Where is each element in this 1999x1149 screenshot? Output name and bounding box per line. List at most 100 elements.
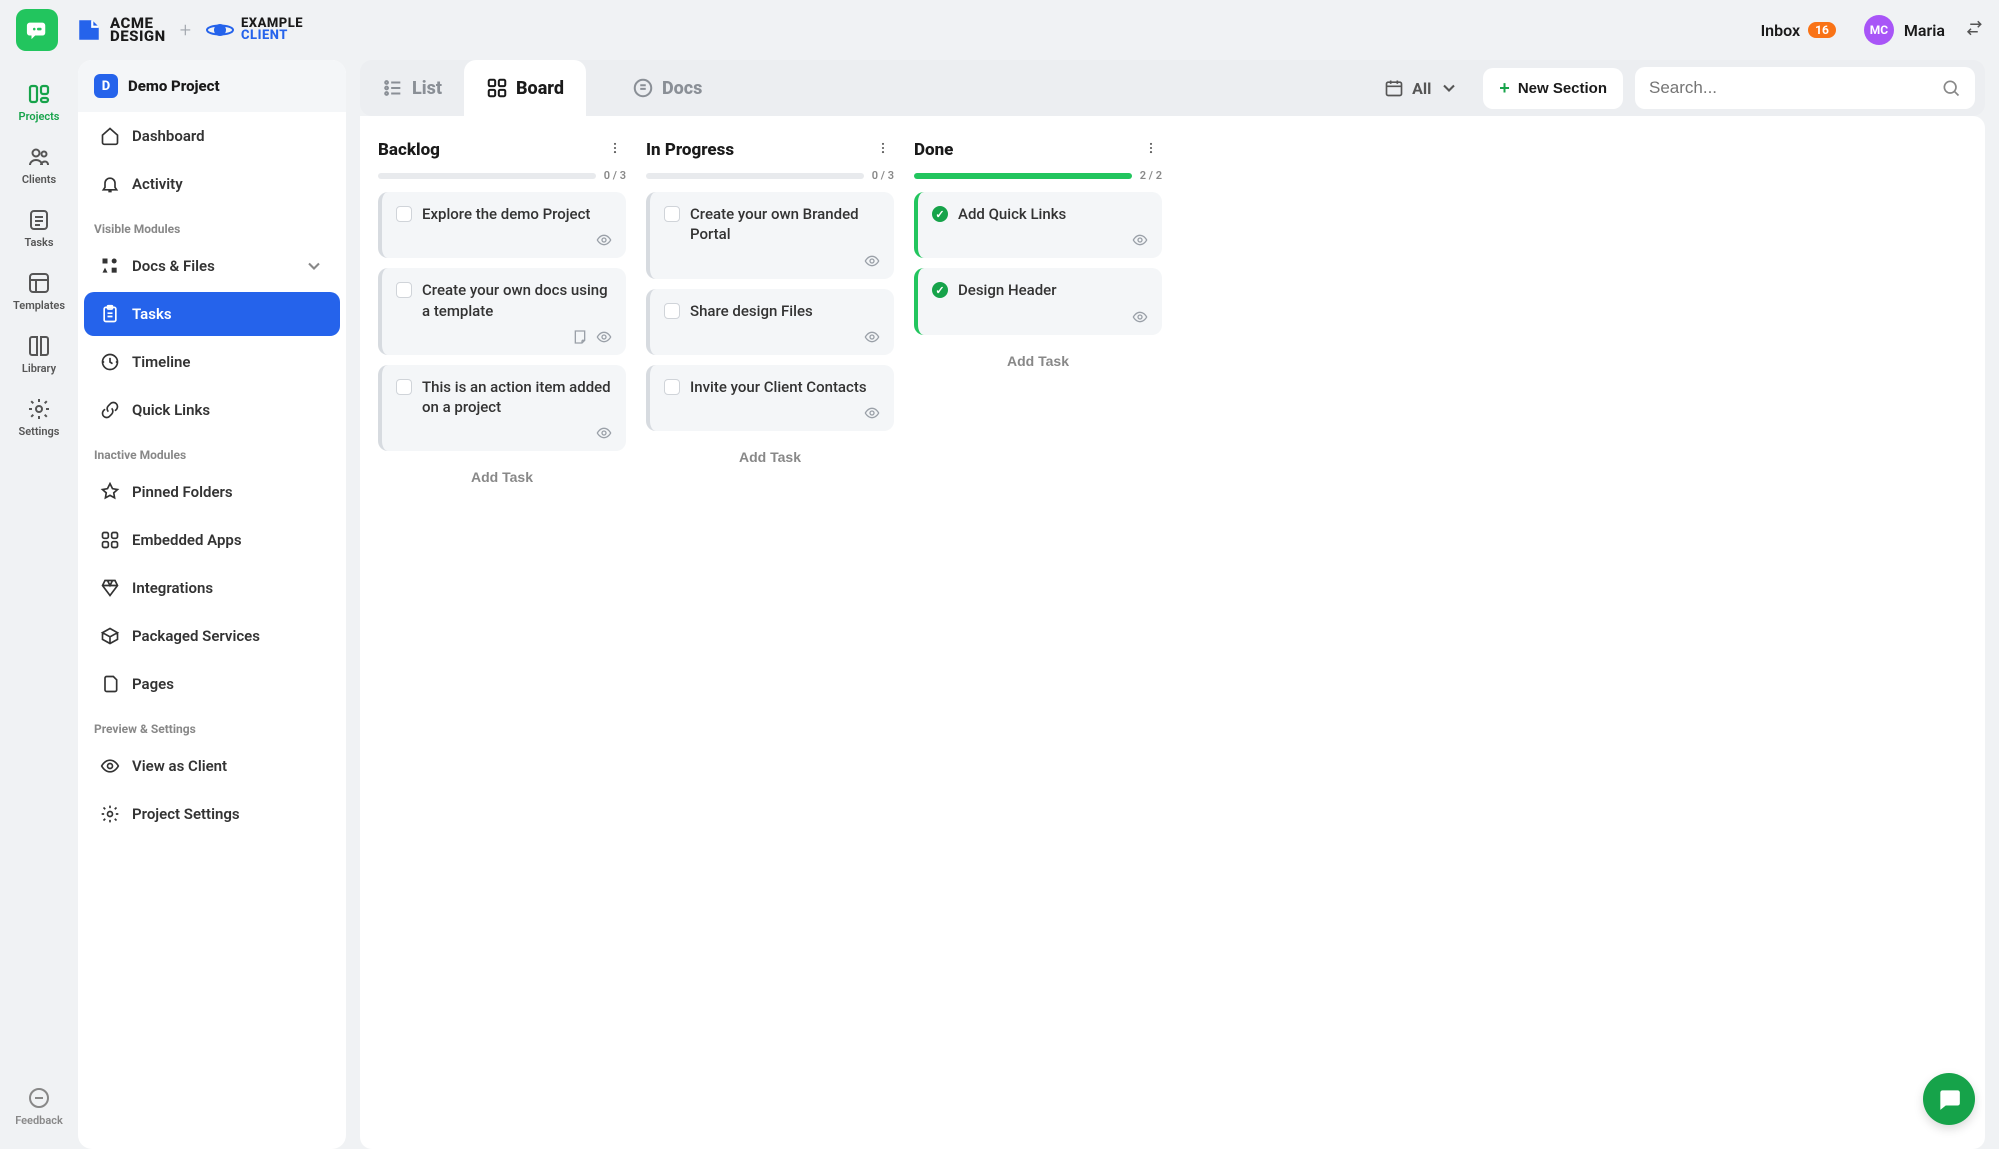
task-checkbox[interactable] <box>396 282 412 298</box>
app-logo[interactable] <box>16 9 58 51</box>
dots-vertical-icon <box>1144 141 1158 155</box>
tab-board[interactable]: Board <box>464 60 586 116</box>
sidebar-timeline[interactable]: Timeline <box>84 340 340 384</box>
eye-icon <box>596 425 612 441</box>
sidebar-view-as-client[interactable]: View as Client <box>84 744 340 788</box>
rail-projects[interactable]: Projects <box>9 78 69 127</box>
inbox-label: Inbox <box>1761 21 1801 40</box>
rail-settings[interactable]: Settings <box>9 393 69 442</box>
task-checkbox[interactable] <box>396 206 412 222</box>
rail-library[interactable]: Library <box>9 330 69 379</box>
task-checkbox[interactable] <box>664 206 680 222</box>
eye-icon <box>864 405 880 421</box>
eye-icon <box>864 329 880 345</box>
project-title: Demo Project <box>128 77 220 95</box>
chat-icon <box>1936 1086 1962 1112</box>
brand-acme[interactable]: ACMEDESIGN <box>76 17 166 44</box>
task-title: Explore the demo Project <box>422 204 590 224</box>
clipboard-icon <box>100 304 120 324</box>
tab-docs[interactable]: Docs <box>610 60 724 116</box>
planet-icon <box>205 19 235 41</box>
brand-client-line2: CLIENT <box>241 30 303 42</box>
rail-library-label: Library <box>22 362 56 375</box>
sidebar-timeline-label: Timeline <box>132 353 190 371</box>
sidebar: D Demo Project Dashboard Activity Visibl… <box>78 60 346 1149</box>
task-checkbox[interactable] <box>664 303 680 319</box>
task-card[interactable]: Create your own Branded Portal <box>646 192 894 279</box>
column-menu[interactable] <box>872 136 894 163</box>
rail-templates-label: Templates <box>13 299 65 312</box>
filter-all[interactable]: All <box>1372 78 1471 98</box>
project-badge: D <box>94 74 118 98</box>
clients-icon <box>27 145 51 169</box>
brand-client[interactable]: EXAMPLECLIENT <box>205 18 303 43</box>
speech-bubble-icon <box>26 19 48 41</box>
sidebar-project-settings[interactable]: Project Settings <box>84 792 340 836</box>
project-header[interactable]: D Demo Project <box>78 60 346 112</box>
inbox-button[interactable]: Inbox 16 <box>1761 21 1836 40</box>
sidebar-activity[interactable]: Activity <box>84 162 340 206</box>
sidebar-pinned-folders[interactable]: Pinned Folders <box>84 470 340 514</box>
eye-icon <box>864 253 880 269</box>
board-icon <box>486 77 508 99</box>
sidebar-tasks[interactable]: Tasks <box>84 292 340 336</box>
sidebar-dashboard[interactable]: Dashboard <box>84 114 340 158</box>
sidebar-quick-links[interactable]: Quick Links <box>84 388 340 432</box>
board-column: In Progress 0 / 3 Create your own Brande… <box>646 136 894 1129</box>
sidebar-packaged-services[interactable]: Packaged Services <box>84 614 340 658</box>
task-checkbox[interactable] <box>664 379 680 395</box>
task-checkbox[interactable] <box>396 379 412 395</box>
tab-docs-label: Docs <box>662 78 702 99</box>
new-section-button[interactable]: + New Section <box>1483 68 1623 109</box>
task-checkbox[interactable] <box>932 206 948 222</box>
sidebar-pinned-folders-label: Pinned Folders <box>132 483 233 501</box>
add-task-button[interactable]: Add Task <box>378 461 626 493</box>
diamond-icon <box>100 578 120 598</box>
search-input[interactable] <box>1649 78 1941 98</box>
eye-icon <box>596 232 612 248</box>
avatar: MC <box>1864 15 1894 45</box>
user-menu[interactable]: MC Maria <box>1864 15 1945 45</box>
add-task-button[interactable]: Add Task <box>646 441 894 473</box>
task-card[interactable]: Explore the demo Project <box>378 192 626 258</box>
left-rail: Projects Clients Tasks Templates Library… <box>0 60 78 1149</box>
sidebar-docs-files[interactable]: Docs & Files <box>84 244 340 288</box>
rail-feedback[interactable]: Feedback <box>9 1082 69 1131</box>
tab-list[interactable]: List <box>360 60 464 116</box>
pin-icon <box>100 482 120 502</box>
sidebar-embedded-apps[interactable]: Embedded Apps <box>84 518 340 562</box>
board-column: Done 2 / 2 Add Quick Links Design Header… <box>914 136 1162 1129</box>
task-title: This is an action item added on a projec… <box>422 377 612 418</box>
timeline-icon <box>100 352 120 372</box>
task-card[interactable]: Add Quick Links <box>914 192 1162 258</box>
sidebar-integrations[interactable]: Integrations <box>84 566 340 610</box>
rail-templates[interactable]: Templates <box>9 267 69 316</box>
view-tabs: List Board Docs <box>360 60 724 116</box>
chat-fab[interactable] <box>1923 1073 1975 1125</box>
board: Backlog 0 / 3 Explore the demo Project C… <box>360 116 1985 1149</box>
eye-icon <box>100 756 120 776</box>
add-task-button[interactable]: Add Task <box>914 345 1162 377</box>
column-menu[interactable] <box>604 136 626 163</box>
bell-icon <box>100 174 120 194</box>
rail-tasks[interactable]: Tasks <box>9 204 69 253</box>
sidebar-dashboard-label: Dashboard <box>132 127 205 145</box>
plus-icon: + <box>1499 78 1510 99</box>
swap-icon[interactable] <box>1965 19 1983 41</box>
task-checkbox[interactable] <box>932 282 948 298</box>
sidebar-pages[interactable]: Pages <box>84 662 340 706</box>
task-card[interactable]: Design Header <box>914 268 1162 334</box>
progress-bar <box>378 173 596 179</box>
task-title: Create your own Branded Portal <box>690 204 880 245</box>
topbar: ACMEDESIGN + EXAMPLECLIENT Inbox 16 MC M… <box>0 0 1999 60</box>
task-card[interactable]: Invite your Client Contacts <box>646 365 894 431</box>
task-card[interactable]: Create your own docs using a template <box>378 268 626 355</box>
task-card[interactable]: Share design Files <box>646 289 894 355</box>
link-icon <box>100 400 120 420</box>
search-box[interactable] <box>1635 67 1975 109</box>
task-card[interactable]: This is an action item added on a projec… <box>378 365 626 452</box>
rail-clients[interactable]: Clients <box>9 141 69 190</box>
chevron-down-icon <box>304 256 324 276</box>
column-menu[interactable] <box>1140 136 1162 163</box>
rail-projects-label: Projects <box>19 110 60 123</box>
